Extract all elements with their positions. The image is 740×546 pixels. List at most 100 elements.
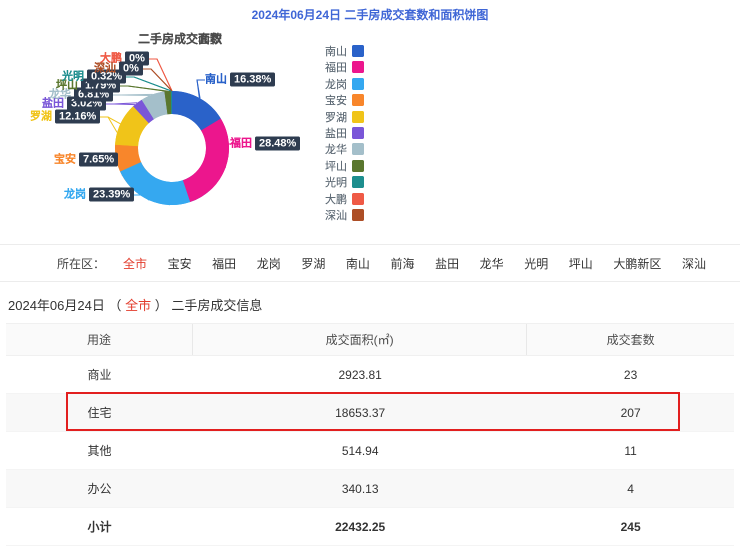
legend-color-swatch	[352, 143, 364, 155]
chart-legend: 南山福田龙岗宝安罗湖盐田龙华坪山光明大鹏深汕	[325, 45, 364, 225]
table-cell: 22432.25	[193, 520, 527, 534]
pie-label-value: 7.65%	[79, 153, 118, 167]
legend-label: 福田	[325, 59, 347, 75]
section-title-paren-close: ）	[155, 298, 168, 313]
legend-label: 盐田	[325, 125, 347, 141]
chart-panel-deal-area: 二手房成交面积 南山16.38%福田28.48%龙岗23.39%宝安7.65%罗…	[0, 26, 370, 244]
table-cell: 其他	[6, 442, 193, 459]
legend-label: 深汕	[325, 207, 347, 223]
table-cell: 住宅	[6, 404, 193, 421]
district-filter-bar: 所在区： 全市 宝安 福田 龙岗 罗湖 南山 前海 盐田 龙华 光明 坪山 大鹏新区 深汕	[0, 244, 740, 282]
table-cell: 245	[527, 520, 734, 534]
legend-item[interactable]: 坪山	[325, 160, 364, 172]
pie-label-value: 12.16%	[55, 110, 100, 124]
filter-option-坪山[interactable]: 坪山	[569, 255, 593, 272]
pie-label-value: 28.48%	[255, 137, 300, 151]
legend-item[interactable]: 深汕	[325, 209, 364, 221]
legend-label: 龙华	[325, 141, 347, 157]
pie-label-value: 16.38%	[230, 73, 275, 87]
legend-label: 龙岗	[325, 76, 347, 92]
filter-option-全市[interactable]: 全市	[123, 255, 147, 272]
legend-color-swatch	[352, 176, 364, 188]
section-title: 2024年06月24日 （ 全市 ） 二手房成交信息	[8, 295, 740, 314]
pie-label-name: 福田	[230, 138, 252, 150]
pie-label: 深汕0%	[94, 62, 143, 77]
legend-color-swatch	[352, 209, 364, 221]
legend-item[interactable]: 罗湖	[325, 111, 364, 123]
donut-chart	[0, 26, 370, 244]
table-row: 住宅18653.37207	[6, 394, 734, 432]
pie-label: 龙岗23.39%	[64, 188, 134, 203]
pie-label: 罗湖12.16%	[30, 110, 100, 125]
filter-option-深汕[interactable]: 深汕	[682, 255, 706, 272]
filter-option-南山[interactable]: 南山	[346, 255, 370, 272]
table-header-cell: 成交面积(㎡)	[193, 324, 527, 355]
filter-label: 所在区：	[57, 255, 105, 272]
table-cell: 514.94	[193, 444, 527, 458]
legend-label: 罗湖	[325, 109, 347, 125]
legend-color-swatch	[352, 94, 364, 106]
filter-option-大鹏新区[interactable]: 大鹏新区	[613, 255, 661, 272]
pie-label-line	[106, 103, 137, 104]
legend-item[interactable]: 宝安	[325, 94, 364, 106]
legend-label: 南山	[325, 43, 347, 59]
legend-label: 光明	[325, 174, 347, 190]
district-filter-options: 全市 宝安 福田 龙岗 罗湖 南山 前海 盐田 龙华 光明 坪山 大鹏新区 深汕	[123, 255, 706, 272]
pie-label-name: 光明	[62, 71, 84, 83]
page-title: 2024年06月24日 二手房成交套数和面积饼图	[0, 0, 740, 26]
table-row: 商业2923.8123	[6, 356, 734, 394]
section-title-date: 2024年06月24日	[8, 298, 105, 313]
pie-label-value: 0%	[119, 62, 143, 76]
table-header-cell: 用途	[6, 324, 193, 355]
filter-option-龙华[interactable]: 龙华	[480, 255, 504, 272]
table-cell: 2923.81	[193, 368, 527, 382]
pie-label-name: 深汕	[94, 63, 116, 75]
legend-color-swatch	[352, 193, 364, 205]
legend-item[interactable]: 福田	[325, 61, 364, 73]
legend-item[interactable]: 南山	[325, 45, 364, 57]
charts-row: 二手房成交套数 南山15.92%福田22.86%龙岗23.67%宝安8.98%罗…	[0, 26, 740, 244]
filter-option-宝安[interactable]: 宝安	[168, 255, 192, 272]
pie-label-line	[197, 80, 205, 98]
section-title-suffix: 二手房成交信息	[171, 298, 262, 313]
pie-label-line	[100, 117, 120, 124]
legend-color-swatch	[352, 45, 364, 57]
pie-label-name: 宝安	[54, 154, 76, 166]
table-header-cell: 成交套数	[527, 324, 734, 355]
legend-color-swatch	[352, 78, 364, 90]
legend-item[interactable]: 光明	[325, 176, 364, 188]
pie-label-name: 罗湖	[30, 111, 52, 123]
table-cell: 商业	[6, 366, 193, 383]
filter-option-龙岗[interactable]: 龙岗	[257, 255, 281, 272]
pie-label-line	[143, 69, 172, 91]
legend-item[interactable]: 龙华	[325, 143, 364, 155]
legend-color-swatch	[352, 61, 364, 73]
pie-label: 福田28.48%	[230, 137, 300, 152]
pie-label: 南山16.38%	[205, 73, 275, 88]
legend-color-swatch	[352, 127, 364, 139]
filter-option-罗湖[interactable]: 罗湖	[301, 255, 325, 272]
section-title-scope: 全市	[125, 298, 151, 313]
legend-label: 大鹏	[325, 191, 347, 207]
deal-info-table: 用途成交面积(㎡)成交套数商业2923.8123住宅18653.37207其他5…	[6, 323, 734, 546]
legend-item[interactable]: 盐田	[325, 127, 364, 139]
section-title-paren-open: （	[108, 298, 121, 313]
legend-color-swatch	[352, 160, 364, 172]
pie-label-name: 南山	[205, 74, 227, 86]
pie-label-line	[149, 59, 172, 91]
pie-label-value: 23.39%	[89, 188, 134, 202]
table-cell: 207	[527, 406, 734, 420]
filter-option-前海[interactable]: 前海	[390, 255, 414, 272]
legend-item[interactable]: 大鹏	[325, 193, 364, 205]
table-cell: 340.13	[193, 482, 527, 496]
filter-option-光明[interactable]: 光明	[524, 255, 548, 272]
table-row: 小计22432.25245	[6, 508, 734, 546]
table-cell: 11	[527, 444, 734, 458]
legend-item[interactable]: 龙岗	[325, 78, 364, 90]
legend-color-swatch	[352, 111, 364, 123]
table-cell: 18653.37	[193, 406, 527, 420]
pie-segment[interactable]	[183, 119, 229, 202]
table-cell: 23	[527, 368, 734, 382]
filter-option-福田[interactable]: 福田	[212, 255, 236, 272]
filter-option-盐田[interactable]: 盐田	[435, 255, 459, 272]
